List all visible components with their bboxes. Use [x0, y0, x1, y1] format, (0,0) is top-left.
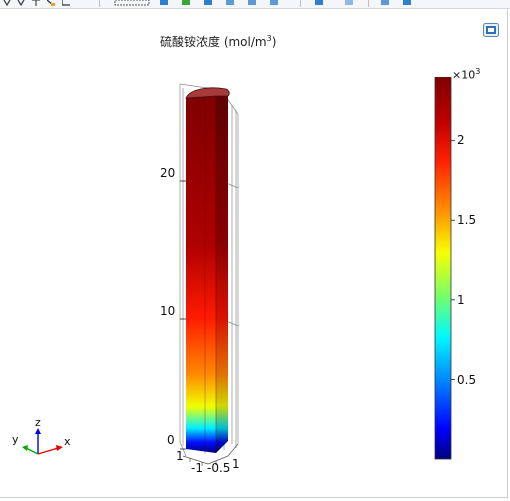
wireframe-icon[interactable] [270, 0, 278, 6]
x-tick-label-1: 1 [232, 457, 240, 471]
axes-icon[interactable] [226, 0, 234, 6]
colorbar-tick-label-1.5: 1.5 [457, 213, 477, 227]
animation-icon[interactable] [403, 0, 411, 6]
column-front-face [186, 96, 216, 453]
axis-orientation-triad: z x y [12, 417, 71, 455]
graphics-toolbar [0, 0, 510, 9]
y-arrow-head [22, 445, 28, 451]
print-icon[interactable] [315, 0, 323, 6]
column-3d-plot [179, 83, 239, 466]
colorbar-tick-label-2: 2 [457, 133, 465, 147]
graphics-options-icon[interactable] [483, 23, 499, 37]
z-tick-label-10: 10 [160, 304, 176, 318]
scene-light-icon[interactable] [160, 0, 168, 6]
colorbar-gradient [434, 77, 452, 460]
x-tick-label-neg1: -1 [191, 461, 203, 475]
toolbar-separator [300, 0, 301, 7]
triad-y-label: y [12, 433, 19, 446]
z-tick-label-0: 0 [167, 433, 175, 447]
plot-title: 硫酸铵浓度 (mol/m3) [160, 34, 277, 49]
colorbar-tick-label-0.5: 0.5 [457, 373, 477, 387]
toolbar-separator [368, 0, 369, 7]
zoom-in-icon[interactable] [3, 0, 11, 6]
x-tick-label-neg05: -0.5 [207, 461, 231, 475]
y-tick-label: 1 [176, 449, 184, 463]
x-arrow-head [56, 445, 63, 451]
zoom-box-icon[interactable] [32, 0, 40, 6]
toolbar-separator [99, 0, 100, 7]
zoom-out-icon[interactable] [17, 0, 25, 6]
column-side-face [216, 92, 228, 453]
colorbar-tick-label-1: 1 [457, 293, 465, 307]
graphics-window[interactable]: 硫酸铵浓度 (mol/m3) 20 10 0 1 -1 -0.5 1 ×103 … [0, 9, 508, 498]
export-icon[interactable] [345, 0, 353, 6]
rotate-icon[interactable] [62, 0, 70, 6]
select-box-icon[interactable] [114, 0, 150, 6]
triad-z-label: z [35, 417, 41, 429]
grid-icon[interactable] [204, 0, 212, 6]
transparency-icon[interactable] [182, 0, 190, 6]
x-axis-arrow [37, 447, 59, 455]
z-tick-label-20: 20 [160, 166, 176, 180]
y-axis-arrow [25, 447, 39, 455]
image-snapshot-icon[interactable] [381, 0, 389, 6]
render-icon[interactable] [248, 0, 256, 6]
zoom-extents-icon[interactable] [47, 0, 55, 6]
triad-x-label: x [64, 435, 71, 448]
